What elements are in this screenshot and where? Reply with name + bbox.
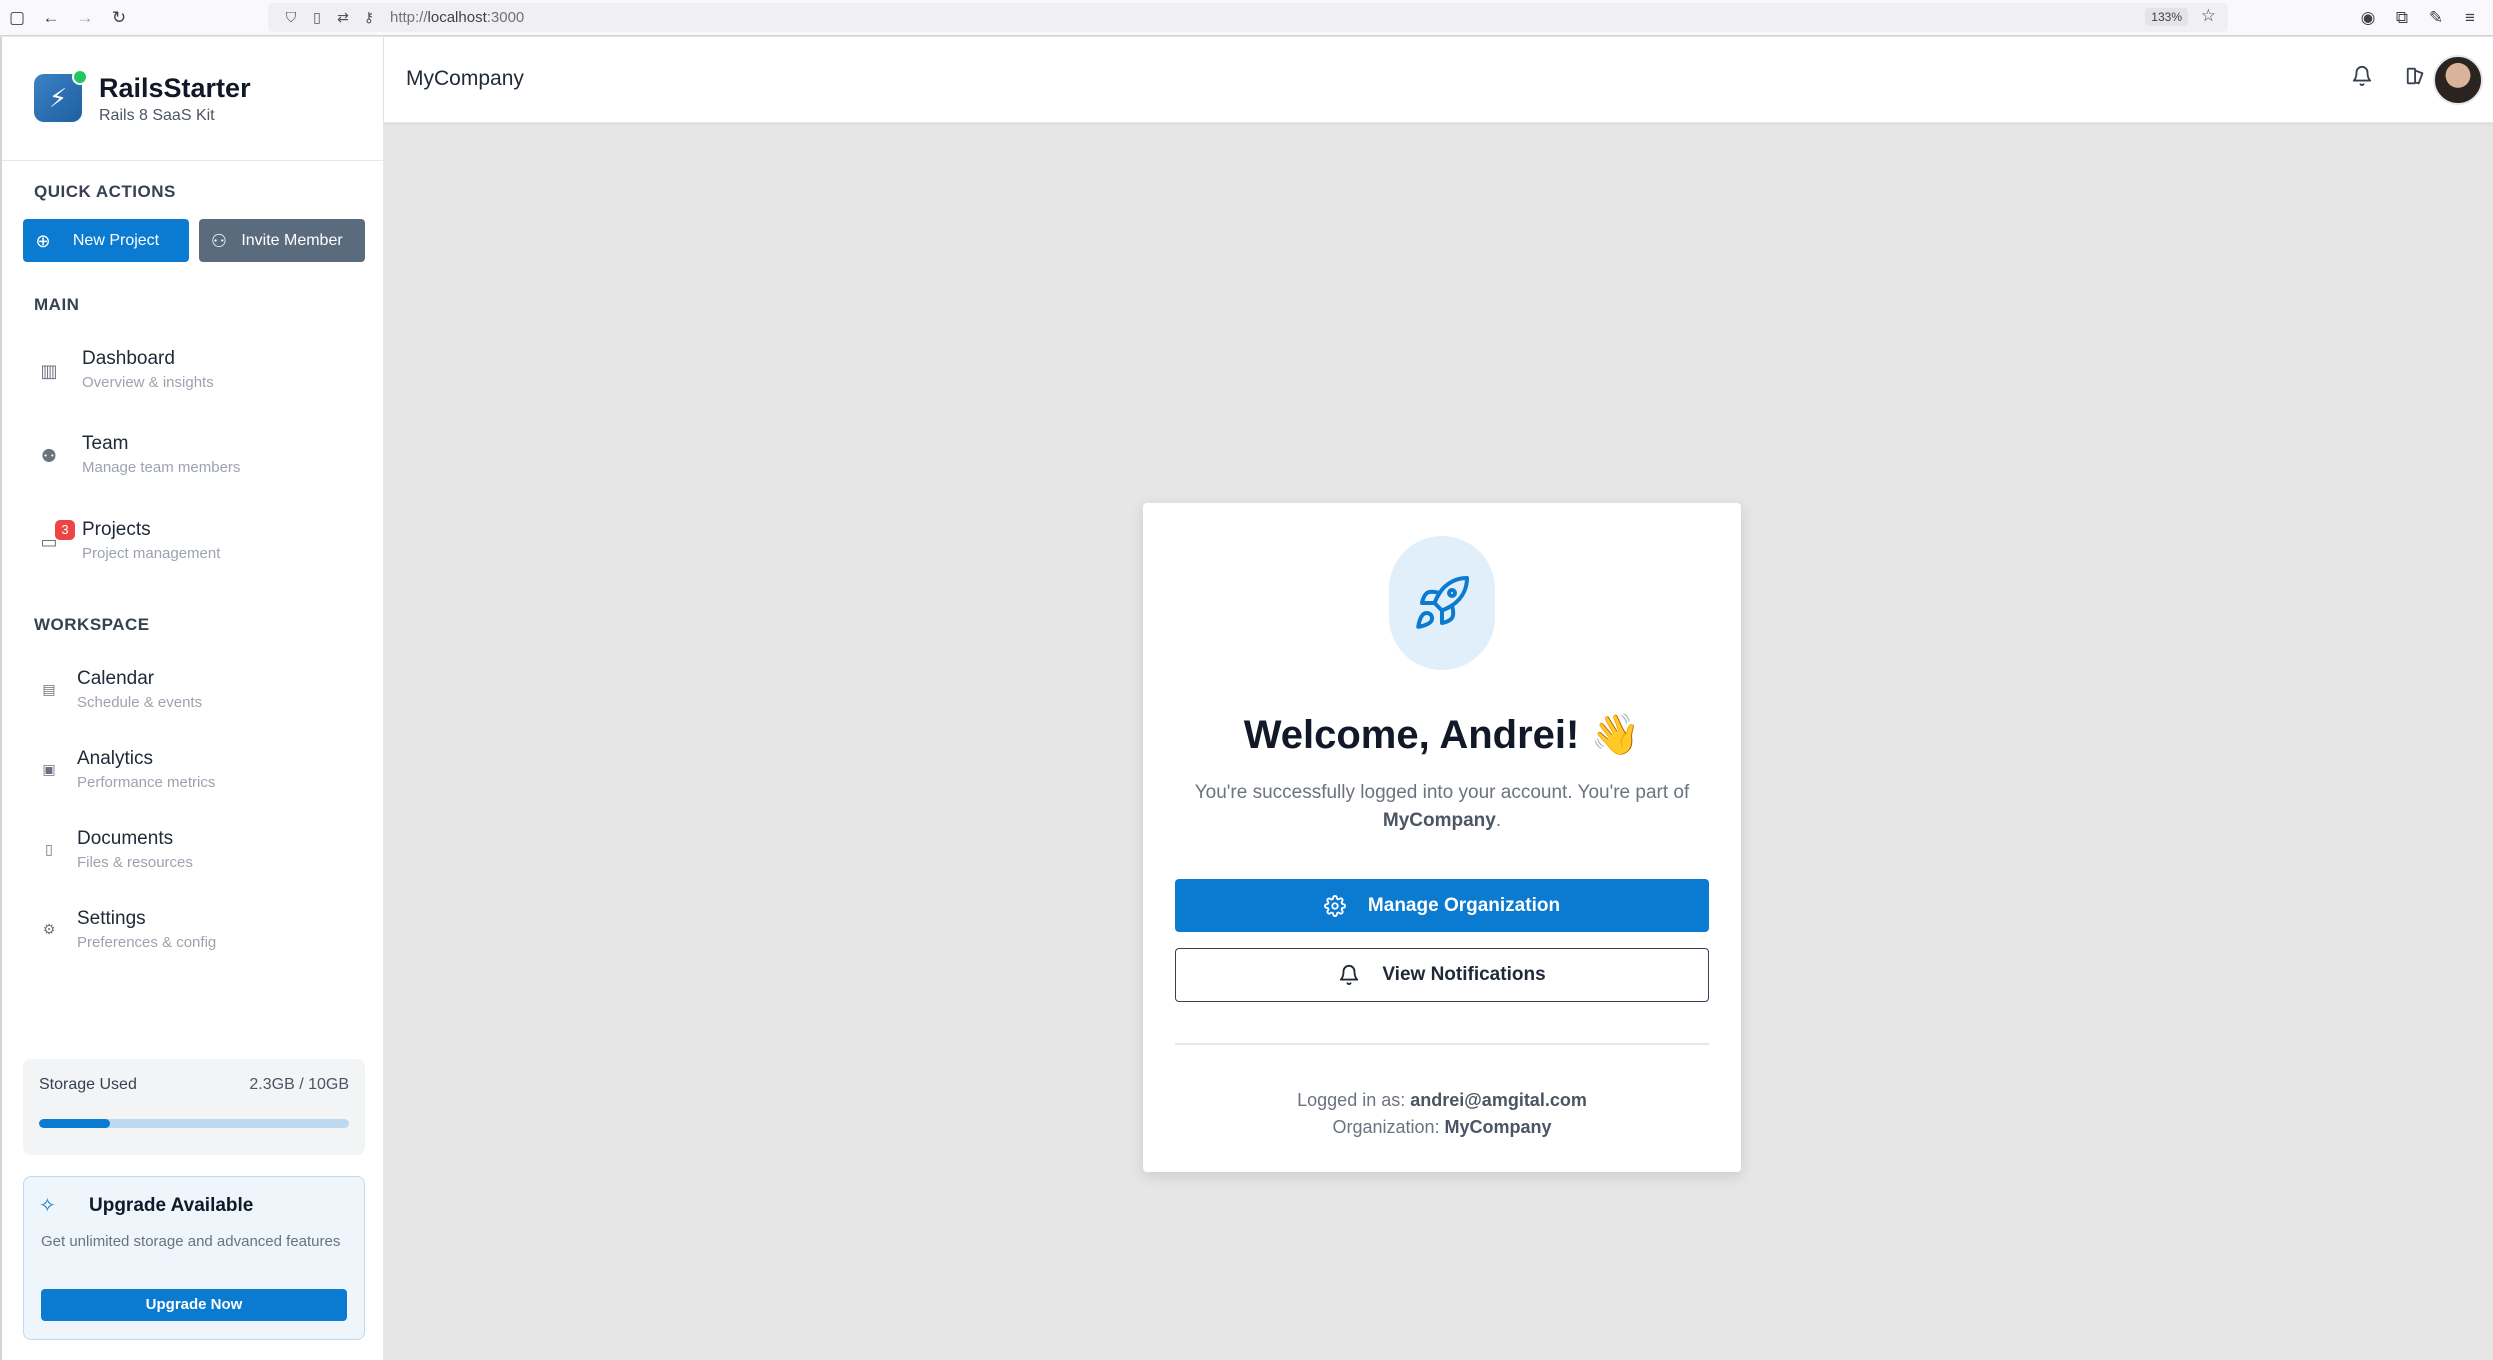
sidebar: ⚡ RailsStarter Rails 8 SaaS Kit QUICK AC… [0, 37, 384, 1360]
nav-item-analytics[interactable]: ▣ Analytics Performance metrics [2, 743, 384, 807]
top-header: MyCompany [384, 37, 2493, 123]
quick-actions-title: QUICK ACTIONS [34, 182, 176, 201]
main-section-title: MAIN [34, 295, 80, 314]
upgrade-card: ✧ Upgrade Available Get unlimited storag… [23, 1176, 365, 1340]
nav-item-calendar[interactable]: ▤ Calendar Schedule & events [2, 663, 384, 727]
welcome-message: You're successfully logged into your acc… [1183, 779, 1701, 835]
extension-fox-icon[interactable]: ✎ [2419, 0, 2453, 36]
organization-line: Organization: MyCompany [1143, 1114, 1741, 1141]
nav-label: Documents [77, 828, 174, 849]
account-info: Logged in as: andrei@amgital.com Organiz… [1143, 1087, 1741, 1141]
nav-sub: Manage team members [82, 459, 241, 476]
address-bar[interactable]: ⛉ ▯ ⇄ ⚷ http://localhost:3000 133% ☆ [268, 3, 2228, 32]
url-port: :3000 [486, 9, 525, 26]
page-icon: ▯ [313, 9, 321, 25]
divider [1175, 1043, 1709, 1045]
plus-circle-icon: ⊕ [35, 230, 51, 251]
organization-value: MyCompany [1444, 1117, 1552, 1137]
document-icon: ▯ [45, 841, 53, 857]
key-icon: ⚷ [363, 9, 375, 25]
nav-item-settings[interactable]: ⚙ Settings Preferences & config [2, 903, 384, 967]
chart-icon: ▥ [40, 361, 58, 381]
bookmark-star-icon[interactable]: ☆ [2201, 6, 2216, 26]
manage-organization-label: Manage Organization [1367, 894, 1561, 916]
url-text[interactable]: http://localhost:3000 [390, 9, 524, 26]
brand-subtitle: Rails 8 SaaS Kit [99, 107, 215, 124]
forward-icon[interactable]: → [68, 0, 102, 36]
user-email: andrei@amgital.com [1410, 1090, 1587, 1110]
extensions-icon[interactable]: ⧉ [2385, 0, 2419, 36]
bell-icon [1338, 964, 1360, 986]
sidebar-toggle-icon[interactable]: ▢ [0, 0, 34, 36]
url-prefix: http:// [390, 9, 428, 26]
projects-count-badge: 3 [55, 520, 75, 540]
shield-icon: ⛉ [285, 9, 297, 25]
nav-sub: Preferences & config [77, 934, 217, 951]
brand-name: RailsStarter [99, 73, 251, 103]
notifications-bell-icon[interactable] [2351, 65, 2373, 93]
back-icon[interactable]: ← [34, 0, 68, 36]
nav-label: Analytics [77, 748, 154, 769]
brand-header: ⚡ RailsStarter Rails 8 SaaS Kit [2, 37, 384, 161]
storage-value: 2.3GB / 10GB [249, 1076, 349, 1093]
nav-sub: Schedule & events [77, 694, 203, 711]
invite-member-button[interactable]: ⚇ Invite Member [199, 219, 365, 262]
rocket-icon [1389, 536, 1495, 670]
storage-progress-bar [39, 1119, 349, 1128]
browser-toolbar: ▢ ← → ↻ ⛉ ▯ ⇄ ⚷ http://localhost:3000 13… [0, 0, 2493, 36]
zoom-badge[interactable]: 133% [2145, 8, 2188, 26]
welcome-text-after: . [1495, 810, 1502, 831]
nav-sub: Project management [82, 545, 221, 562]
nav-label: Settings [77, 908, 146, 929]
upgrade-text: Get unlimited storage and advanced featu… [41, 1233, 341, 1250]
nav-label: Dashboard [82, 348, 175, 369]
nav-sub: Overview & insights [82, 374, 214, 391]
storage-progress-fill [39, 1119, 111, 1128]
new-project-label: New Project [72, 231, 160, 249]
workspace-section-title: WORKSPACE [34, 615, 150, 634]
welcome-text-before: You're successfully logged into your acc… [1194, 782, 1690, 803]
upgrade-now-button[interactable]: Upgrade Now [41, 1289, 347, 1321]
storage-label: Storage Used [39, 1076, 137, 1093]
status-dot [72, 69, 88, 85]
welcome-org-name: MyCompany [1382, 810, 1496, 831]
nav-item-documents[interactable]: ▯ Documents Files & resources [2, 823, 384, 887]
account-icon[interactable]: ◉ [2351, 0, 2385, 36]
sparkles-icon: ✧ [39, 1195, 56, 1217]
reload-icon[interactable]: ↻ [102, 0, 136, 36]
nav-sub: Performance metrics [77, 774, 216, 791]
nav-label: Team [82, 433, 129, 454]
settings-gear-icon: ⚙ [42, 921, 56, 937]
nav-item-projects[interactable]: ▭ 3 Projects Project management [2, 514, 384, 578]
organization-label: Organization: [1332, 1117, 1445, 1137]
welcome-title: Welcome, Andrei! 👋 [1243, 713, 1641, 757]
user-plus-icon: ⚇ [210, 230, 228, 251]
new-project-button[interactable]: ⊕ New Project [23, 219, 189, 262]
presentation-icon: ▣ [42, 761, 56, 777]
user-avatar[interactable] [2433, 55, 2483, 105]
calendar-icon: ▤ [42, 681, 56, 697]
invite-member-label: Invite Member [241, 231, 343, 249]
nav-label: Calendar [77, 668, 155, 689]
upgrade-title: Upgrade Available [89, 1195, 254, 1216]
nav-sub: Files & resources [77, 854, 193, 871]
menu-icon[interactable]: ≡ [2453, 0, 2487, 36]
logged-in-line: Logged in as: andrei@amgital.com [1143, 1087, 1741, 1114]
nav-item-dashboard[interactable]: ▥ Dashboard Overview & insights [2, 343, 384, 407]
view-notifications-label: View Notifications [1382, 964, 1546, 985]
logged-in-label: Logged in as: [1297, 1090, 1411, 1110]
manage-organization-button[interactable]: Manage Organization [1175, 879, 1709, 932]
storage-card: Storage Used 2.3GB / 10GB [23, 1059, 365, 1155]
nav-item-team[interactable]: ⚉ Team Manage team members [2, 428, 384, 492]
nav-label: Projects [82, 519, 151, 540]
view-notifications-button[interactable]: View Notifications [1175, 948, 1709, 1002]
welcome-card: Welcome, Andrei! 👋 You're successfully l… [1143, 503, 1741, 1172]
users-icon: ⚉ [40, 446, 58, 466]
organization-name: MyCompany [406, 67, 524, 90]
gear-icon [1323, 894, 1346, 917]
theme-toggle-icon[interactable] [2405, 65, 2427, 93]
permissions-icon: ⇄ [337, 9, 349, 25]
url-host: localhost [427, 9, 487, 26]
